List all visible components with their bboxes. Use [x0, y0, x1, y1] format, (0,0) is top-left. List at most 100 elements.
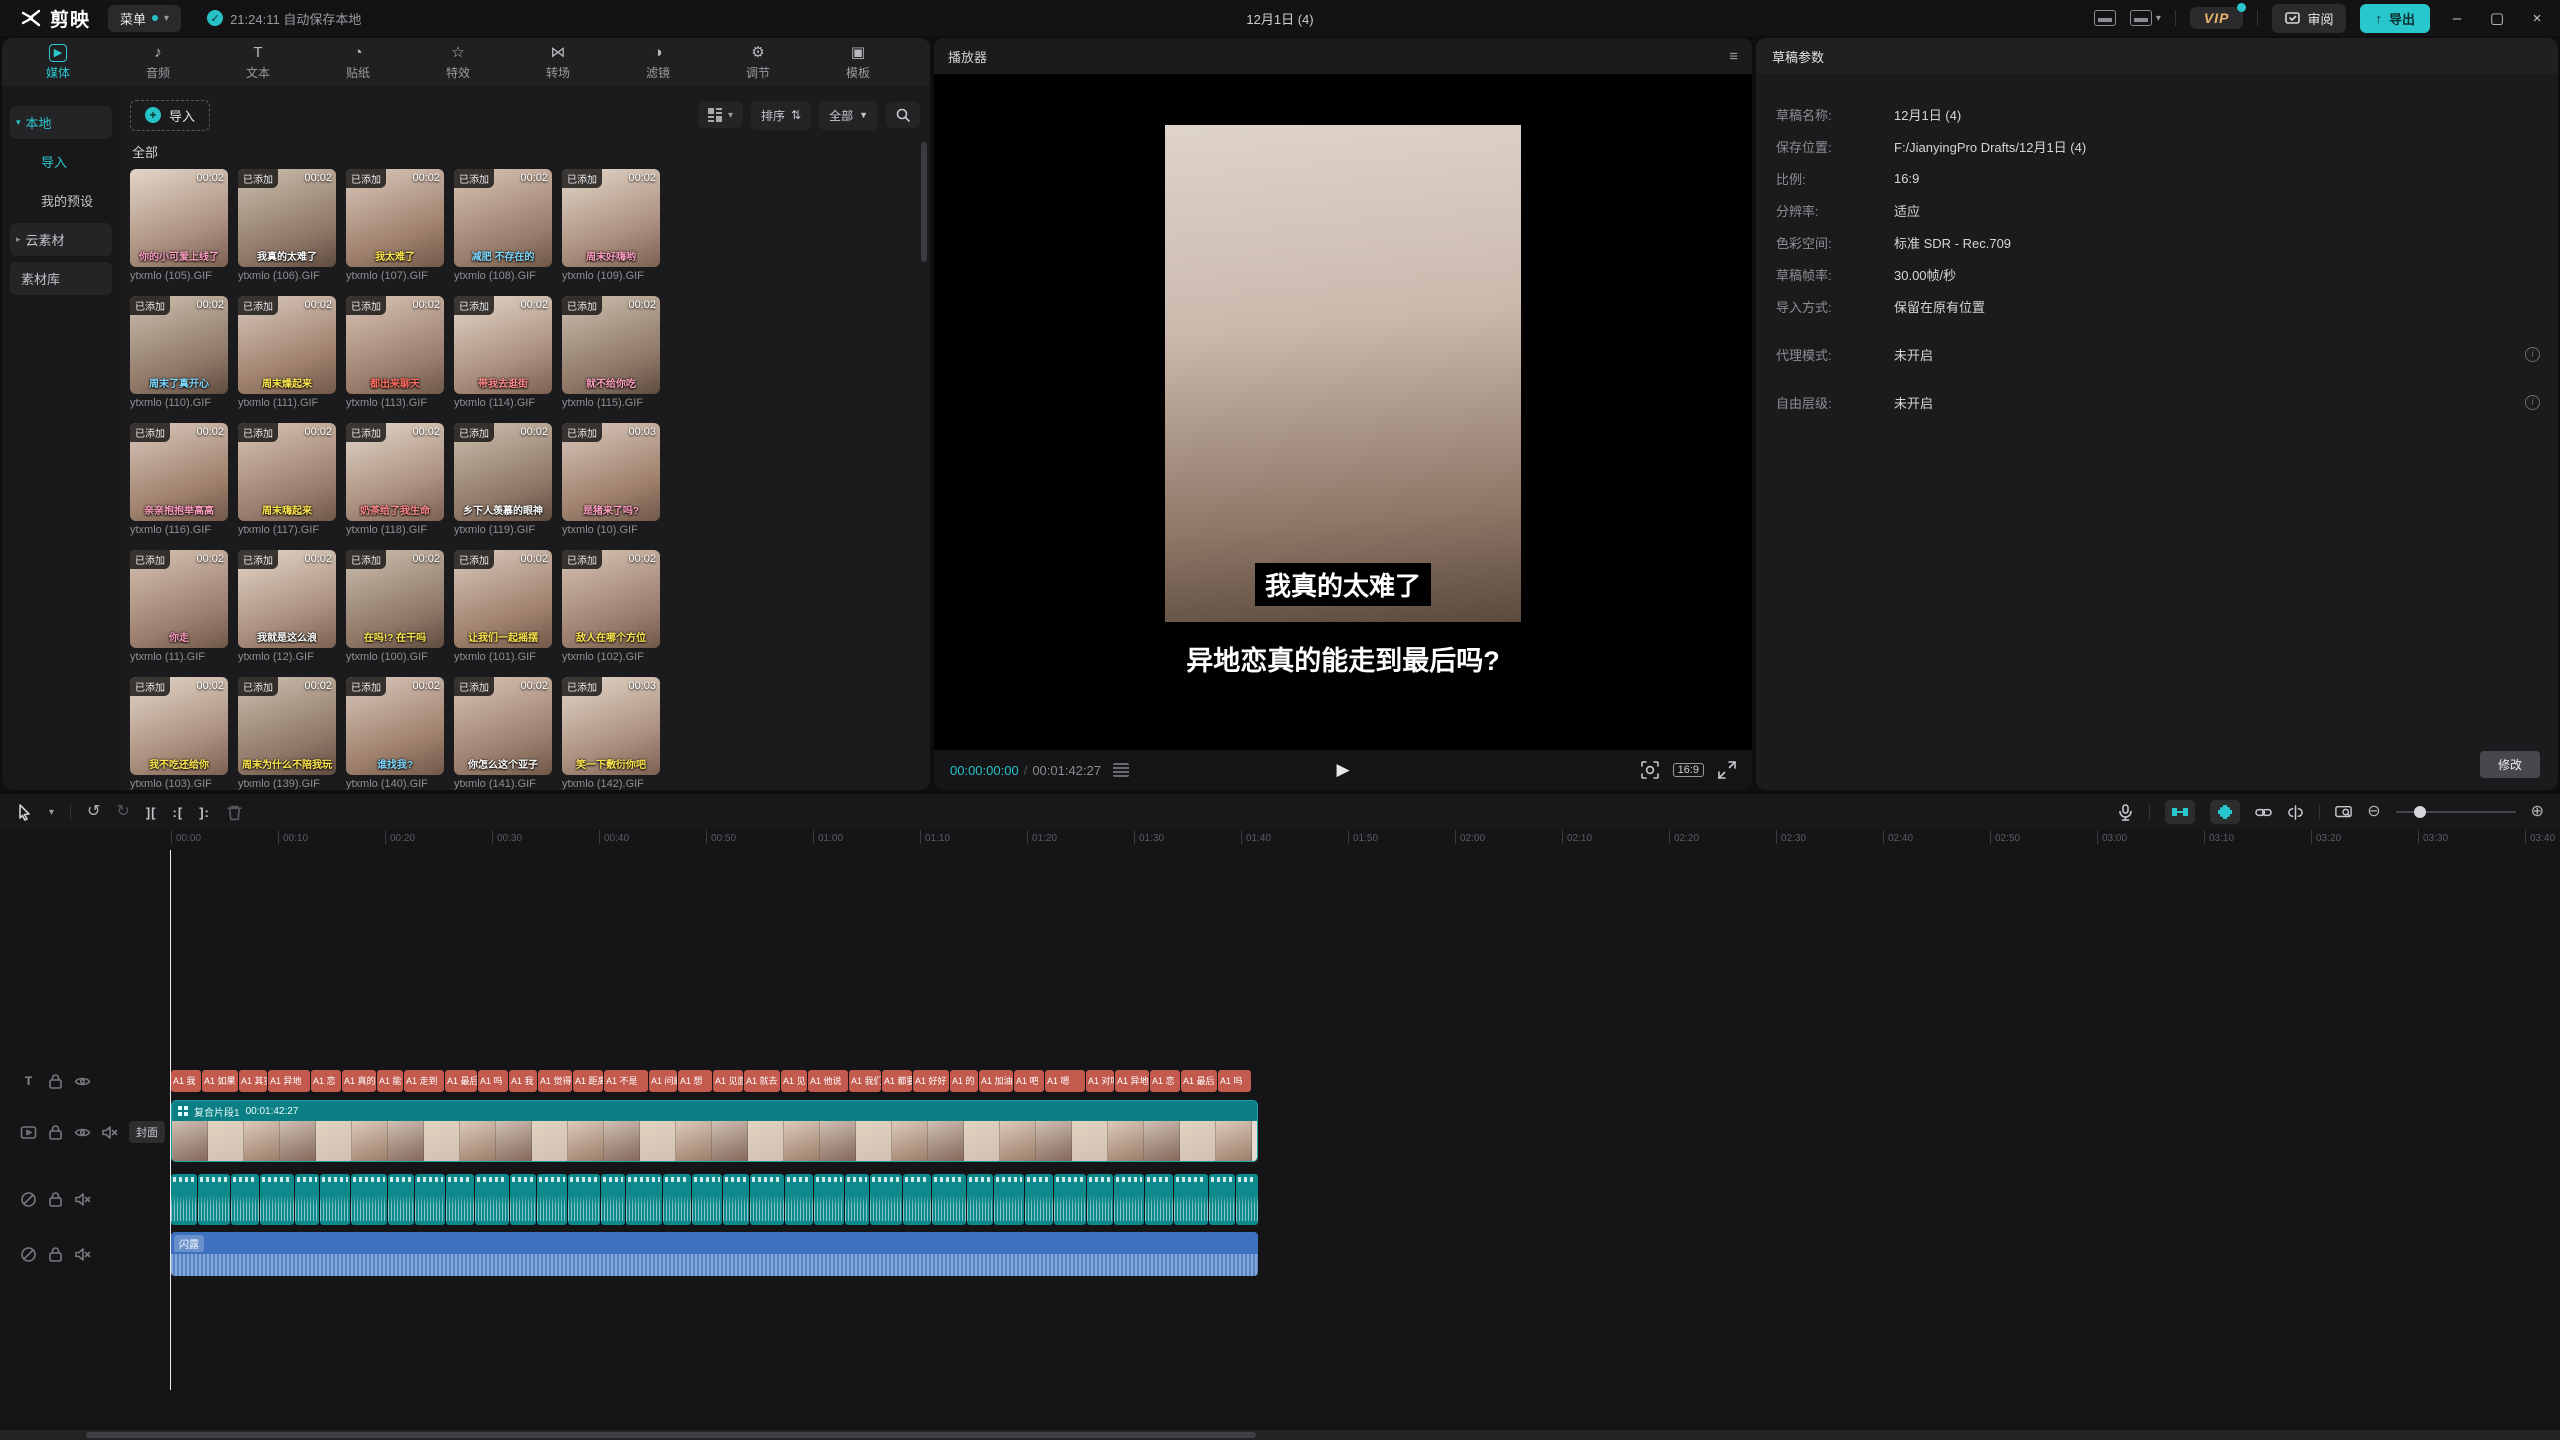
text-clip[interactable]: A1 吗 [1218, 1070, 1251, 1092]
zoom-out-button[interactable]: ⊖ [2367, 804, 2380, 820]
audio-clip[interactable] [903, 1174, 931, 1225]
auto-snap-toggle[interactable] [2210, 800, 2240, 824]
media-item[interactable]: 已添加 00:02 周末为什么不陪我玩 ytxmlo (139).GIF [238, 677, 336, 790]
preview-axis-icon[interactable] [2335, 804, 2352, 821]
text-clip[interactable]: A1 距离 [573, 1070, 603, 1092]
text-clip[interactable]: A1 恋 [311, 1070, 341, 1092]
text-clip[interactable]: A1 想 [678, 1070, 712, 1092]
asset-tab[interactable]: ⋈ 转场 [508, 44, 608, 81]
slider-knob[interactable] [2414, 806, 2426, 818]
text-clip[interactable]: A1 问题 [649, 1070, 677, 1092]
text-clip[interactable]: A1 如果 [202, 1070, 238, 1092]
audio-clip[interactable] [1236, 1174, 1258, 1225]
info-icon[interactable]: i [2525, 395, 2540, 410]
mute-icon[interactable] [74, 1191, 91, 1208]
media-item[interactable]: 已添加 00:02 减肥 不存在的 ytxmlo (108).GIF [454, 169, 552, 282]
text-clip[interactable]: A1 加油 [979, 1070, 1013, 1092]
text-clip[interactable]: A1 不是 [604, 1070, 648, 1092]
layout-single-icon[interactable] [2094, 10, 2116, 26]
lock-icon[interactable] [47, 1246, 64, 1263]
audio-clip[interactable] [171, 1174, 197, 1225]
text-clip[interactable]: A1 好好 [913, 1070, 949, 1092]
timeline-zoom-slider[interactable] [2396, 811, 2516, 813]
media-item[interactable]: 已添加 00:02 我太难了 ytxmlo (107).GIF [346, 169, 444, 282]
media-item[interactable]: 已添加 00:02 我真的太难了 ytxmlo (106).GIF [238, 169, 336, 282]
text-clip[interactable]: A1 见面 [713, 1070, 743, 1092]
redo-button[interactable]: ↻ [116, 804, 129, 820]
music-clip[interactable]: 闪露 [171, 1232, 1258, 1276]
media-item[interactable]: 已添加 00:02 敌人在哪个方位 ytxmlo (102).GIF [562, 550, 660, 663]
media-item[interactable]: 已添加 00:02 周末嗨起来 ytxmlo (117).GIF [238, 423, 336, 536]
play-button[interactable]: ▶ [1336, 760, 1349, 780]
media-item[interactable]: 已添加 00:03 笑一下敷衍你吧 ytxmlo (142).GIF [562, 677, 660, 790]
audio-clip[interactable] [1114, 1174, 1144, 1225]
text-clip[interactable]: A1 其实 [239, 1070, 267, 1092]
compound-clip[interactable]: 复合片段1 00:01:42:27 [171, 1100, 1258, 1162]
timeline-hscrollbar[interactable] [0, 1430, 2560, 1440]
view-mode-button[interactable]: ▾ [698, 102, 743, 128]
audio-clip[interactable] [260, 1174, 294, 1225]
media-scrollbar[interactable] [921, 142, 927, 262]
sidebar-item[interactable]: 导入 [10, 145, 112, 178]
asset-tab[interactable]: ▣ 模板 [808, 44, 908, 81]
audio-clip[interactable] [785, 1174, 813, 1225]
text-clip[interactable]: A1 我们 [849, 1070, 881, 1092]
audio-clip[interactable] [568, 1174, 600, 1225]
sidebar-item[interactable]: ▸ 云素材 [10, 223, 112, 256]
audio-clip[interactable] [1025, 1174, 1053, 1225]
audio-clip[interactable] [475, 1174, 509, 1225]
record-voiceover-icon[interactable] [2117, 804, 2134, 821]
audio-clip[interactable] [723, 1174, 749, 1225]
text-clip[interactable]: A1 吧 [1014, 1070, 1044, 1092]
mute-icon[interactable] [74, 1246, 91, 1263]
media-item[interactable]: 已添加 00:02 亲亲抱抱举高高 ytxmlo (116).GIF [130, 423, 228, 536]
hscrollbar-thumb[interactable] [86, 1432, 1256, 1438]
aspect-ratio-button[interactable]: 16:9 [1673, 763, 1704, 777]
zoom-in-button[interactable]: ⊕ [2531, 804, 2544, 820]
audio-clip[interactable] [663, 1174, 691, 1225]
split-button[interactable]: ][ [146, 806, 157, 819]
text-clip[interactable]: A1 吗 [478, 1070, 508, 1092]
media-item[interactable]: 已添加 00:02 就不给你吃 ytxmlo (115).GIF [562, 296, 660, 409]
sidebar-item[interactable]: 素材库 [10, 262, 112, 295]
asset-tab[interactable]: ◔ 贴纸 [308, 44, 408, 81]
audio-clip[interactable] [626, 1174, 662, 1225]
eye-icon[interactable] [74, 1073, 91, 1090]
audio-clip[interactable] [320, 1174, 350, 1225]
text-clip[interactable]: A1 觉得 [538, 1070, 572, 1092]
media-item[interactable]: 已添加 00:02 周末了真开心 ytxmlo (110).GIF [130, 296, 228, 409]
audio-clip[interactable] [388, 1174, 414, 1225]
undo-button[interactable]: ↺ [87, 804, 100, 820]
audio-clip[interactable] [415, 1174, 445, 1225]
audio-clip[interactable] [1087, 1174, 1113, 1225]
quality-icon[interactable] [1113, 763, 1129, 777]
text-clip[interactable]: A1 我 [171, 1070, 201, 1092]
media-item[interactable]: 已添加 00:02 让我们一起摇摆 ytxmlo (101).GIF [454, 550, 552, 663]
audio-clip[interactable] [870, 1174, 902, 1225]
vip-badge[interactable]: VIP [2190, 7, 2244, 29]
cover-button[interactable]: 封面 [129, 1121, 165, 1143]
text-clip[interactable]: A1 异地 [268, 1070, 310, 1092]
info-icon[interactable]: i [2525, 347, 2540, 362]
media-item[interactable]: 00:02 你的小可爱上线了 ytxmlo (105).GIF [130, 169, 228, 282]
audio-clip[interactable] [1145, 1174, 1173, 1225]
filter-button[interactable]: 全部 ▼ [819, 101, 878, 130]
text-clip[interactable]: A1 嗯 [1045, 1070, 1085, 1092]
asset-tab[interactable]: ◑ 滤镜 [608, 44, 708, 81]
delete-icon[interactable] [226, 804, 243, 821]
text-clip[interactable]: A1 真的 [342, 1070, 376, 1092]
asset-tab[interactable]: ♪ 音频 [108, 44, 208, 81]
select-tool-icon[interactable] [16, 804, 33, 821]
media-item[interactable]: 已添加 00:02 带我去逛街 ytxmlo (114).GIF [454, 296, 552, 409]
audio-clip[interactable] [1174, 1174, 1208, 1225]
split-right-button[interactable]: ]: [199, 806, 210, 819]
asset-tab[interactable]: ⚙ 调节 [708, 44, 808, 81]
split-left-button[interactable]: :[ [173, 806, 184, 819]
media-item[interactable]: 已添加 00:02 谁找我? ytxmlo (140).GIF [346, 677, 444, 790]
audio-clip[interactable] [231, 1174, 259, 1225]
fullscreen-icon[interactable] [1718, 761, 1736, 779]
eye-icon[interactable] [74, 1124, 91, 1141]
media-item[interactable]: 已添加 00:02 我就是这么浪 ytxmlo (12).GIF [238, 550, 336, 663]
menu-button[interactable]: 菜单 ▾ [108, 5, 181, 32]
snapshot-icon[interactable] [1641, 761, 1659, 779]
